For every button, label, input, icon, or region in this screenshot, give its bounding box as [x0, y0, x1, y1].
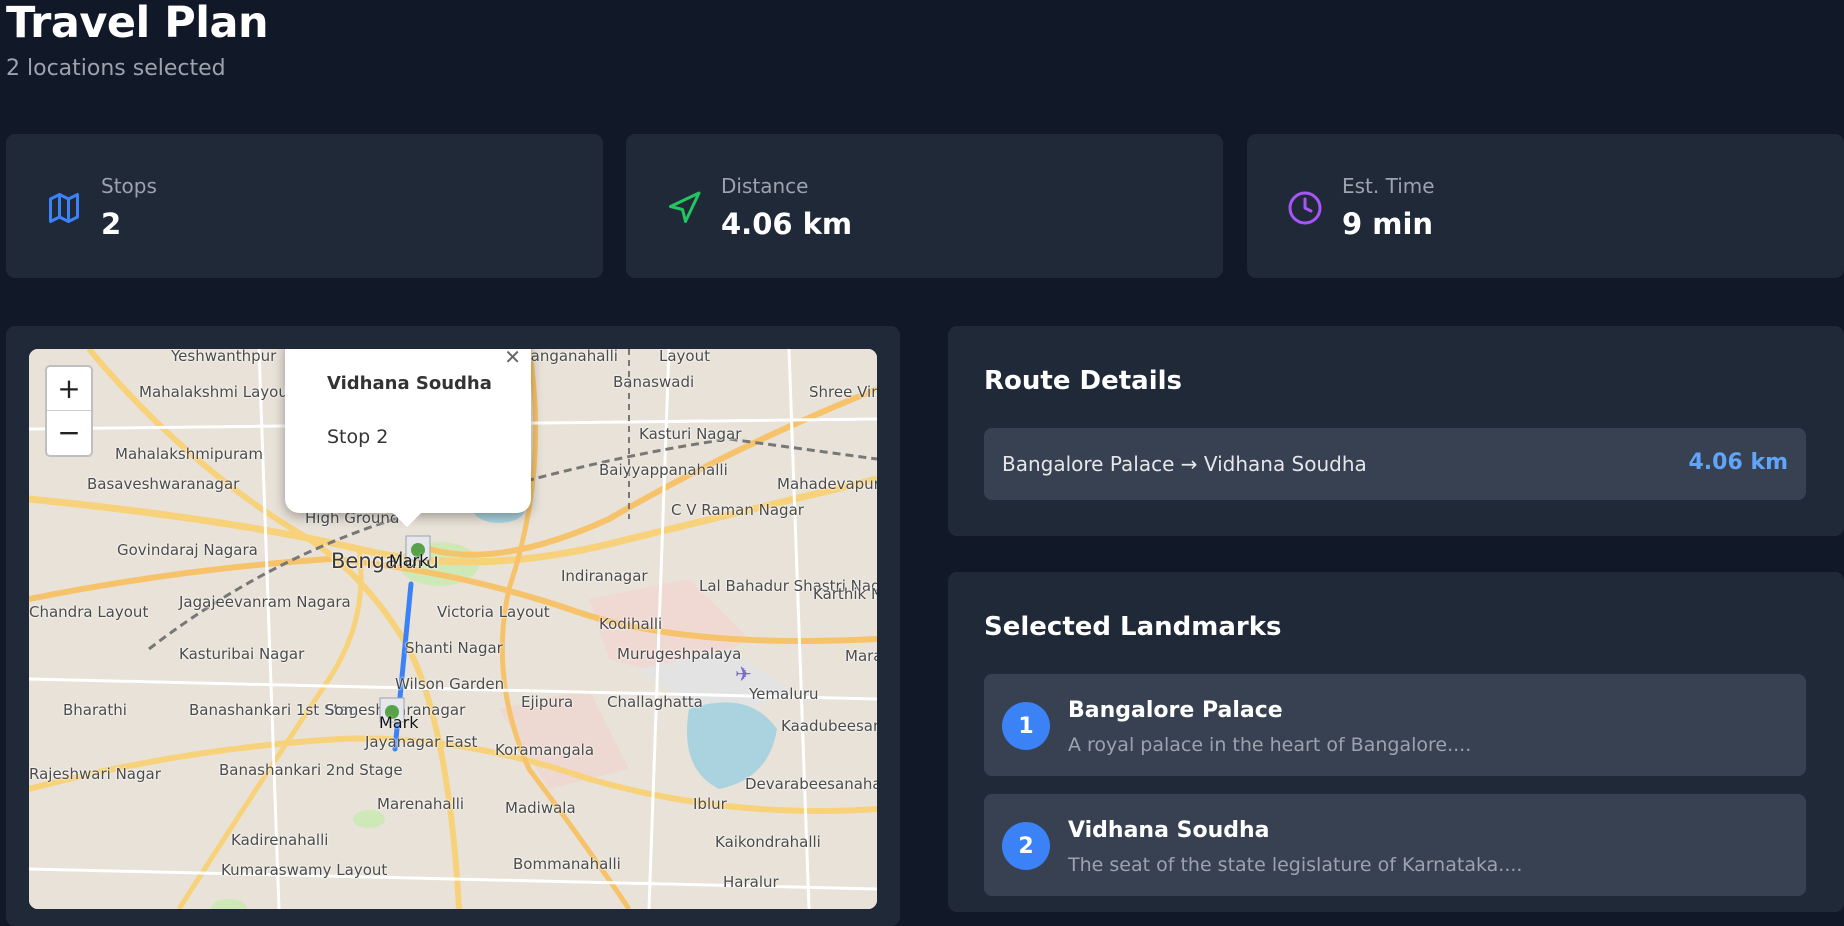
map-label: Koramangala: [495, 741, 595, 759]
landmark-name: Bangalore Palace: [1068, 698, 1283, 723]
map-label: Jagajeevanram Nagara: [179, 593, 351, 611]
map-icon: [49, 193, 79, 223]
map-label: Kaadubeesanahalli: [781, 717, 877, 735]
map-label: Karthik Nagar: [813, 585, 877, 603]
map-label: Kasturi Nagar: [639, 425, 742, 443]
selected-landmarks-panel: Selected Landmarks 1 Bangalore Palace A …: [948, 572, 1844, 912]
popup-title: Vidhana Soudha: [327, 373, 492, 394]
stat-label: Distance: [721, 174, 809, 198]
stat-value: 4.06 km: [721, 207, 853, 241]
selected-landmarks-title: Selected Landmarks: [984, 612, 1282, 642]
map-label: Yeshwanthpur: [171, 349, 277, 365]
zoom-in-button[interactable]: +: [47, 367, 91, 411]
stat-label: Est. Time: [1342, 174, 1435, 198]
map-label: Bharathi: [63, 701, 127, 719]
map-label: Challaghatta: [607, 693, 703, 711]
marker-label: Mark: [379, 713, 419, 732]
map-label: Shanti Nagar: [405, 639, 503, 657]
route-details-title: Route Details: [984, 366, 1182, 396]
map-label: Kaikondrahalli: [715, 833, 821, 851]
landmark-item[interactable]: 2 Vidhana Soudha The seat of the state l…: [984, 794, 1806, 896]
map[interactable]: ✈ Yeshwanthpur Mahalakshmi Layout Mahala…: [29, 349, 877, 909]
stat-label: Stops: [101, 174, 157, 198]
map-label: Mahalakshmipuram: [115, 445, 263, 463]
map-label: Marathahalli: [845, 647, 877, 665]
map-label: Marenahalli: [377, 795, 465, 813]
map-label: Madiwala: [505, 799, 576, 817]
map-label: Layout: [659, 349, 710, 365]
page-title: Travel Plan: [6, 0, 269, 48]
svg-text:✈: ✈: [735, 662, 752, 686]
route-segment[interactable]: Bangalore Palace → Vidhana Soudha 4.06 k…: [984, 428, 1806, 500]
map-label: Indiranagar: [561, 567, 648, 585]
navigation-icon: [669, 191, 701, 223]
map-label: Jayanagar East: [365, 733, 478, 751]
map-label: Shree Vinayaka Layout: [809, 383, 877, 401]
landmark-name: Vidhana Soudha: [1068, 818, 1270, 843]
map-label: Rajeshwari Nagar: [29, 765, 161, 783]
map-panel: ✈ Yeshwanthpur Mahalakshmi Layout Mahala…: [6, 326, 900, 926]
map-label: Banashankari 2nd Stage: [219, 761, 403, 779]
page-subtitle: 2 locations selected: [6, 56, 226, 81]
zoom-control: + −: [45, 365, 93, 457]
map-label: Basaveshwaranagar: [87, 475, 240, 493]
map-label: Kadirenahalli: [231, 831, 329, 849]
map-label: Baiyyappanahalli: [599, 461, 728, 479]
map-label: Iblur: [693, 795, 727, 813]
map-label: C V Raman Nagar: [671, 501, 804, 519]
map-label: Mahalakshmi Layout: [139, 383, 294, 401]
map-label: Wilson Garden: [395, 675, 505, 693]
stat-card-stops: Stops 2: [6, 134, 603, 278]
map-label: Ejipura: [521, 693, 574, 711]
route-segment-distance: 4.06 km: [1688, 450, 1789, 475]
landmark-description: The seat of the state legislature of Kar…: [1068, 854, 1523, 876]
stat-card-distance: Distance 4.06 km: [626, 134, 1223, 278]
close-icon[interactable]: ✕: [504, 349, 521, 369]
map-label: Haralur: [723, 873, 779, 891]
map-label: Govindaraj Nagara: [117, 541, 258, 559]
clock-icon: [1288, 191, 1322, 225]
map-popup: ✕ Vidhana Soudha Stop 2: [285, 349, 531, 513]
map-label: Kumaraswamy Layout: [221, 861, 388, 879]
map-label: Devarabeesanahalli: [745, 775, 877, 793]
popup-text: Stop 2: [327, 426, 389, 448]
landmark-item[interactable]: 1 Bangalore Palace A royal palace in the…: [984, 674, 1806, 776]
marker-label: Mark: [389, 551, 429, 570]
map-label: Victoria Layout: [437, 603, 550, 621]
landmark-description: A royal palace in the heart of Bangalore…: [1068, 734, 1472, 756]
stat-value: 9 min: [1342, 207, 1434, 241]
zoom-out-button[interactable]: −: [47, 411, 91, 454]
route-segment-text: Bangalore Palace → Vidhana Soudha: [1002, 452, 1367, 476]
landmark-number-badge: 1: [1002, 702, 1050, 750]
map-label: Yemaluru: [749, 685, 819, 703]
map-label: Kasturibai Nagar: [179, 645, 305, 663]
stat-value: 2: [101, 207, 122, 241]
stat-card-time: Est. Time 9 min: [1247, 134, 1844, 278]
map-label: Murugeshpalaya: [617, 645, 742, 663]
landmark-number-badge: 2: [1002, 822, 1050, 870]
map-label: Bommanahalli: [513, 855, 621, 873]
map-label: Ganganahalli: [519, 349, 618, 365]
route-details-panel: Route Details Bangalore Palace → Vidhana…: [948, 326, 1844, 536]
map-label: Banaswadi: [613, 373, 695, 391]
map-label: Chandra Layout: [29, 603, 149, 621]
map-label: Mahadevapura: [777, 475, 877, 493]
map-label: Kodihalli: [599, 615, 663, 633]
